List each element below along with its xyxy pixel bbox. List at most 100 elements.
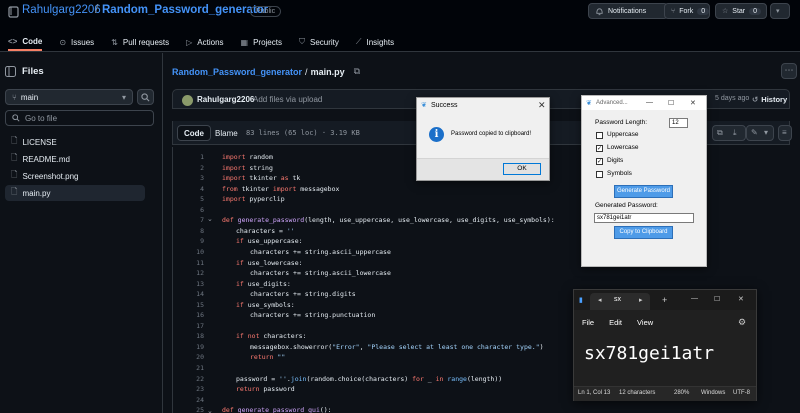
maximize-icon[interactable]: ☐ [714,295,720,303]
tab-projects[interactable]: ▦ Projects [241,33,282,51]
line-number[interactable]: 11 [180,259,204,267]
notifications-button[interactable]: Notifications [588,3,668,19]
code-token: return [236,385,260,394]
lowercase-checkbox[interactable]: ✓ [596,145,603,152]
history-button[interactable]: ↺ History [752,95,787,104]
collapse-sidebar-icon[interactable] [5,66,16,77]
file-item-license[interactable]: 🗋 LICENSE [5,134,145,150]
length-input[interactable]: 12 [669,118,688,128]
code-line: def generate_password_gui(): [222,406,332,413]
tree-search-button[interactable] [137,89,154,105]
code-token: use_uppercase: [243,237,303,246]
line-number[interactable]: 13 [180,280,204,288]
line-number[interactable]: 17 [180,322,204,330]
line-number[interactable]: 2 [180,164,204,172]
repo-name-link[interactable]: Random_Password_generator [102,4,268,16]
breadcrumb-repo-link[interactable]: Random_Password_generator [172,67,302,77]
tab-code[interactable]: <> Code [8,33,43,51]
line-number[interactable]: 18 [180,332,204,340]
tab-issues[interactable]: ⊙ Issues [59,33,94,51]
branch-selector[interactable]: ⑂ main ▾ [5,89,133,105]
notepad-text-area[interactable]: sx781gei1atr [584,343,714,364]
line-number[interactable]: 15 [180,301,204,309]
ok-button[interactable]: OK [503,163,541,175]
file-item-main-py[interactable]: 🗋 main.py [5,185,145,201]
more-options-icon[interactable]: ⋯ [781,63,797,79]
file-item-label: main.py [22,188,51,198]
fold-chevron-icon[interactable]: ⌄ [207,407,213,413]
star-dropdown-button[interactable]: ▾ [770,3,790,19]
line-number[interactable]: 8 [180,227,204,235]
symbols-panel-button[interactable]: ≡ [778,125,792,141]
generate-password-button[interactable]: Generate Password [614,185,673,198]
repo-owner-link[interactable]: Rahulgarg2206 [22,4,101,16]
digits-checkbox[interactable]: ✓ [596,158,603,165]
close-icon[interactable]: ✕ [738,295,744,303]
line-number[interactable]: 24 [180,396,204,404]
maximize-icon[interactable]: ☐ [668,99,674,107]
commit-author[interactable]: Rahulgarg2206 [197,95,254,104]
menu-edit[interactable]: Edit [609,318,622,327]
line-number[interactable]: 21 [180,364,204,372]
minimize-icon[interactable]: — [646,99,653,106]
code-view-tab[interactable]: Code [177,125,211,141]
line-number[interactable]: 23 [180,385,204,393]
zoom-level: 280% [674,390,690,396]
line-number[interactable]: 25 [180,406,204,413]
line-number[interactable]: 3 [180,174,204,182]
copy-to-clipboard-button[interactable]: Copy to Clipboard [614,226,673,239]
line-number[interactable]: 10 [180,248,204,256]
gear-icon[interactable]: ⚙ [738,317,746,328]
tab-issues-label: Issues [71,37,95,47]
line-number[interactable]: 14 [180,290,204,298]
minimize-icon[interactable]: — [691,295,698,302]
line-number[interactable]: 1 [180,153,204,161]
generated-password-field[interactable]: sx781gei1atr [594,213,694,223]
blame-view-tab[interactable]: Blame [215,129,238,138]
line-number[interactable]: 22 [180,375,204,383]
copy-path-icon[interactable]: ⧉ [354,66,360,77]
code-line: if not characters: [236,332,306,340]
tab-security[interactable]: ⛉ Security [299,33,339,51]
file-item-readme[interactable]: 🗋 README.md [5,151,145,167]
code-token: tk [288,174,301,183]
line-number[interactable]: 16 [180,311,204,319]
line-number[interactable]: 20 [180,353,204,361]
graph-icon: ⟋ [355,37,362,46]
avatar[interactable] [182,95,193,106]
line-number[interactable]: 9 [180,237,204,245]
menu-view[interactable]: View [637,318,653,327]
tab-actions[interactable]: ▷ Actions [186,33,223,51]
star-button[interactable]: ☆ Star 0 [715,3,767,19]
copy-icon[interactable]: ⧉ [717,128,723,138]
file-icon: 🗋 [11,187,18,196]
new-tab-icon[interactable]: + [662,295,667,305]
file-item-screenshot[interactable]: 🗋 Screenshot.png [5,168,145,184]
edit-button[interactable]: ✎ ▾ [746,125,774,141]
line-number[interactable]: 4 [180,185,204,193]
close-icon[interactable]: ✕ [690,99,696,107]
download-icon[interactable]: ⤓ [733,128,737,138]
code-token: characters += string.punctuation [250,311,376,320]
tab-insights[interactable]: ⟋ Insights [356,33,394,51]
line-number[interactable]: 12 [180,269,204,277]
raw-copy-download-group[interactable]: ⧉ ⤓ [712,125,746,141]
close-icon[interactable]: ✕ [538,100,546,111]
search-icon [12,114,20,122]
line-number[interactable]: 6 [180,206,204,214]
line-number[interactable]: 5 [180,195,204,203]
symbols-checkbox[interactable] [596,171,603,178]
tab-scroll-right-icon[interactable]: ▸ [639,296,643,304]
tab-scroll-left-icon[interactable]: ◂ [598,296,602,304]
go-to-file-input[interactable]: Go to file [5,110,154,126]
menu-file[interactable]: File [582,318,594,327]
notepad-window: ▮ ◂ sx ▸ + — ☐ ✕ File Edit View ⚙ sx781g… [573,289,757,401]
uppercase-checkbox[interactable] [596,132,603,139]
fork-button[interactable]: ⑂ Fork 0 [664,3,710,19]
tab-pull-requests[interactable]: ⇅ Pull requests [111,33,169,51]
line-number[interactable]: 7 [180,216,204,224]
fold-chevron-icon[interactable]: ⌄ [207,215,213,223]
commit-message[interactable]: Add files via upload [253,95,322,104]
code-token: password [259,385,295,394]
line-number[interactable]: 19 [180,343,204,351]
